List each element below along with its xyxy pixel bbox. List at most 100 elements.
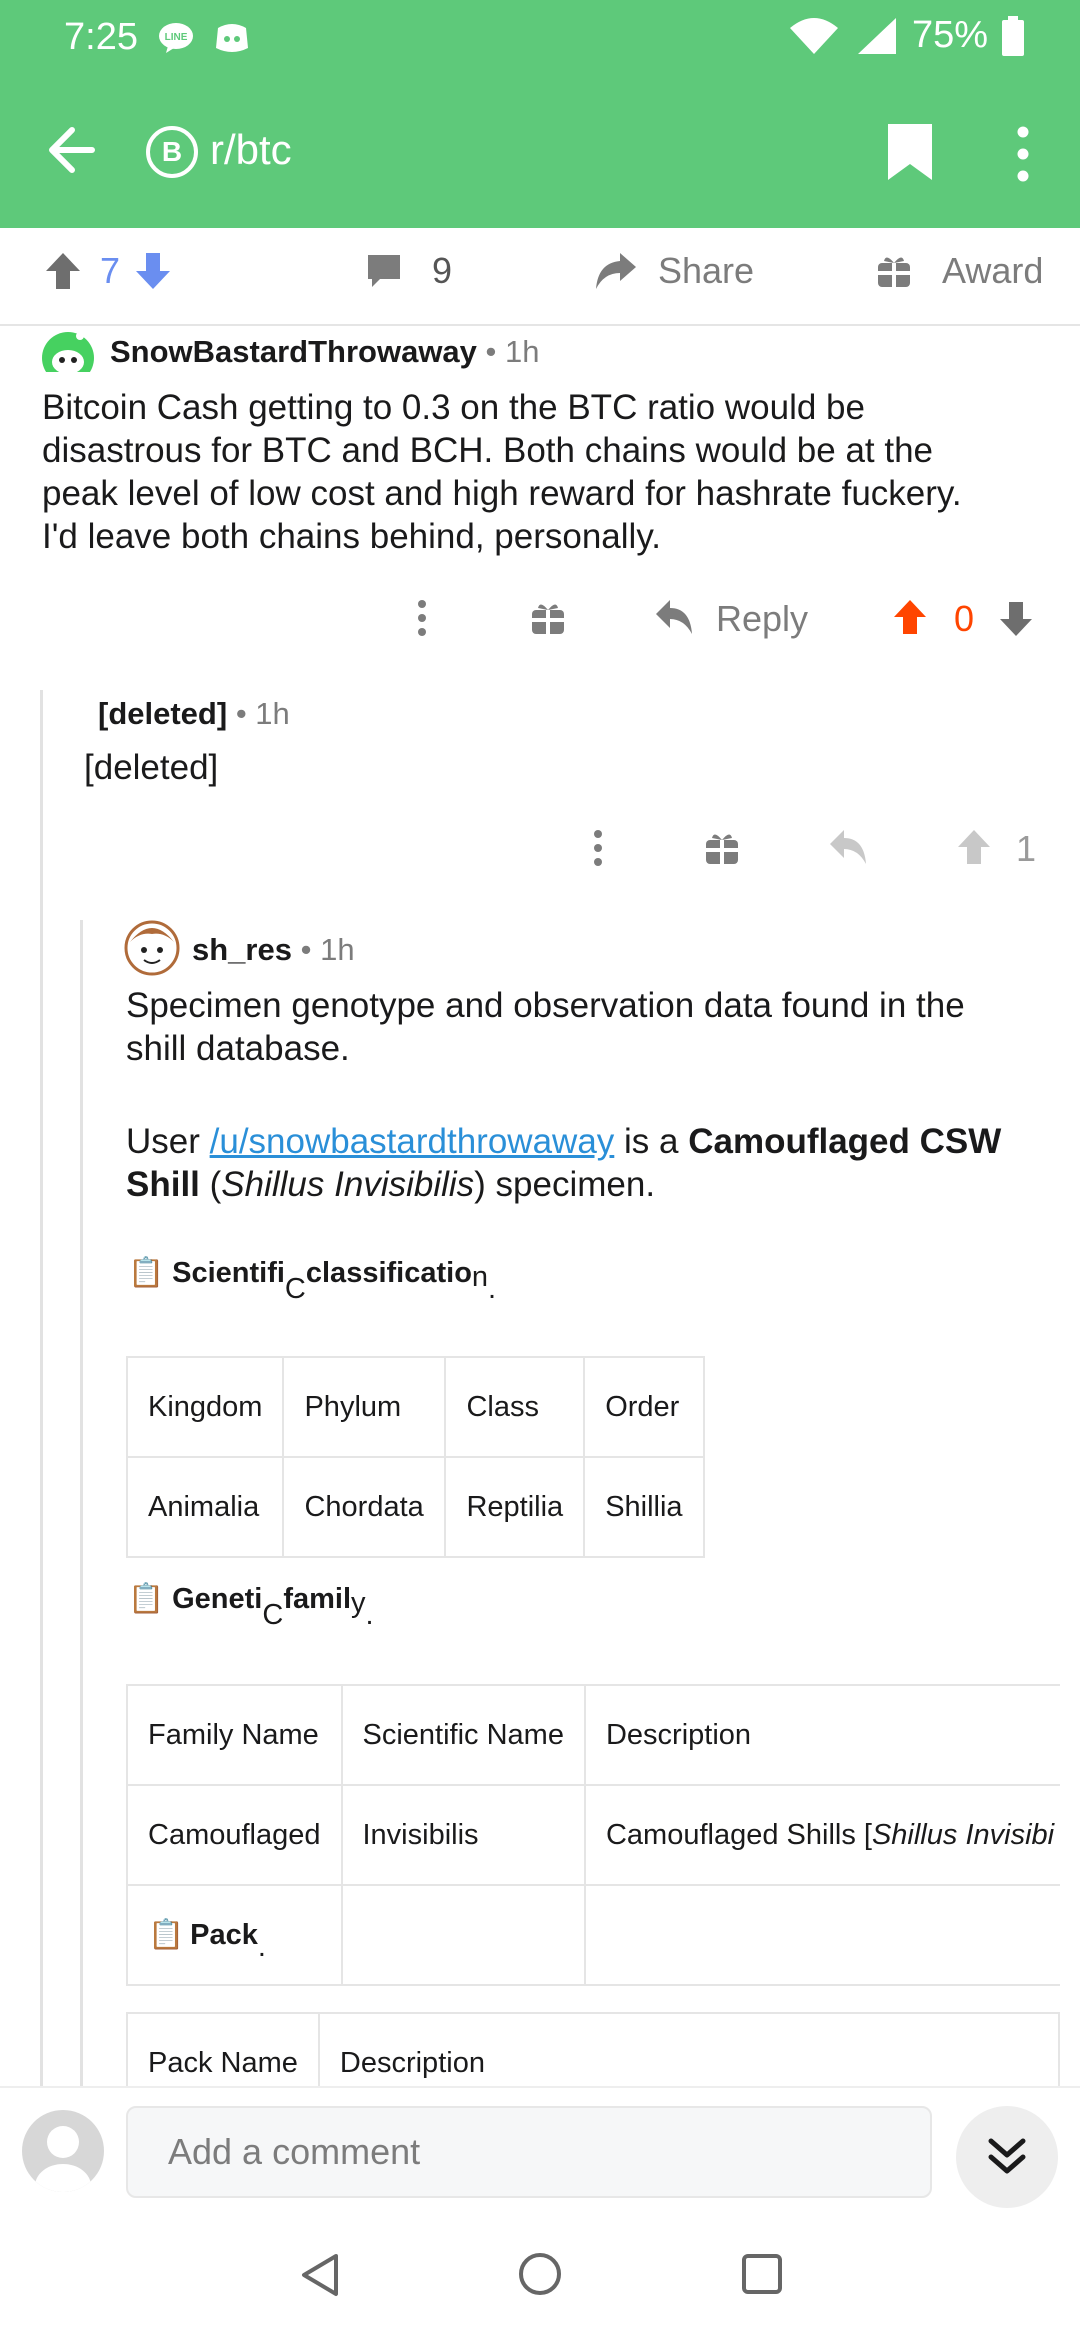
more-options-icon[interactable] xyxy=(412,598,432,638)
reply-icon[interactable] xyxy=(828,828,868,866)
pack-dot: . xyxy=(257,1931,266,1963)
pack-label: Pack xyxy=(190,1919,258,1951)
status-time: 7:25 xyxy=(64,16,138,58)
heading-text: famil xyxy=(283,1583,351,1615)
comment-meta: SnowBastardThrowaway • 1h xyxy=(110,334,540,370)
clipboard-icon: 📋 xyxy=(128,1583,165,1615)
subreddit-title[interactable]: r/btc xyxy=(210,126,292,174)
share-button[interactable]: Share xyxy=(594,250,754,292)
classification-table: Kingdom Phylum Class Order Animalia Chor… xyxy=(125,1356,706,1558)
heading-subscript: C xyxy=(262,1599,284,1631)
heading-subscript: C xyxy=(284,1273,306,1305)
table-header-cell: Class xyxy=(444,1356,586,1458)
system-navigation-bar xyxy=(0,2212,1080,2340)
gift-icon[interactable] xyxy=(530,600,566,636)
post-action-bar: 7 9 Share Award xyxy=(0,228,1080,326)
share-arrow-icon xyxy=(596,253,636,289)
table-row: Animalia Chordata Reptilia Shillia xyxy=(125,1456,706,1558)
heading-text: Scientifi xyxy=(172,1257,285,1289)
comment-author[interactable]: sh_res xyxy=(192,932,292,967)
classification-heading: 📋 Scientifi C classificatio n. xyxy=(128,1256,496,1305)
user-placeholder-icon xyxy=(35,2126,91,2192)
user-prefix: User xyxy=(126,1122,210,1161)
avatar[interactable] xyxy=(22,2110,104,2192)
nav-home-icon[interactable] xyxy=(516,2250,564,2298)
paren-text: ( xyxy=(199,1165,222,1204)
comment-meta: sh_res • 1h xyxy=(192,932,355,968)
comment-age: 1h xyxy=(255,696,290,731)
meta-separator: • xyxy=(300,932,312,967)
wifi-icon xyxy=(789,17,838,54)
heading-dot: . xyxy=(488,1273,497,1305)
shill-type: Shill xyxy=(126,1165,200,1204)
overflow-menu-icon[interactable] xyxy=(1006,124,1040,184)
heading-dot: . xyxy=(365,1599,374,1631)
gift-icon xyxy=(878,257,910,287)
species-name: Shillus Invisibilis xyxy=(221,1165,475,1204)
post-score: 7 xyxy=(100,250,121,291)
table-cell: Invisibilis xyxy=(340,1784,586,1886)
comments-button[interactable]: 9 xyxy=(364,250,452,292)
clipboard-icon: 📋 xyxy=(128,1257,165,1289)
comment-age: 1h xyxy=(505,334,540,369)
heading-subscript: n xyxy=(471,1261,489,1293)
downvote-arrow-icon[interactable] xyxy=(134,251,172,291)
heading-subscript: y xyxy=(351,1587,366,1619)
comment-author[interactable]: SnowBastardThrowaway xyxy=(110,334,477,369)
specimen-statement: User /u/snowbastardthrowaway is a Camouf… xyxy=(126,1120,1066,1206)
gift-icon[interactable] xyxy=(704,830,740,866)
more-options-icon[interactable] xyxy=(588,828,608,868)
table-header-cell: Order xyxy=(583,1356,706,1458)
shill-type: Camouflaged CSW xyxy=(688,1122,1002,1161)
add-comment-input[interactable]: Add a comment xyxy=(126,2106,932,2198)
reply-button[interactable]: Reply xyxy=(716,598,808,640)
user-link[interactable]: /u/snowbastardthrowaway xyxy=(210,1122,615,1161)
double-chevron-down-icon xyxy=(988,2138,1026,2174)
svg-text:LINE: LINE xyxy=(165,32,188,43)
meta-separator: • xyxy=(485,334,497,369)
comment-body-line: shill database. xyxy=(126,1029,350,1068)
table-cell xyxy=(583,1884,1060,1986)
app-header: 7:25 LINE 75% B r/btc xyxy=(0,0,1080,228)
downvote-arrow-icon[interactable] xyxy=(998,600,1034,638)
comment-body-line: Bitcoin Cash getting to 0.3 on the BTC r… xyxy=(42,388,865,427)
table-header-cell: Scientific Name xyxy=(340,1684,586,1786)
upvote-arrow-icon[interactable] xyxy=(956,828,992,866)
comment-body-line: peak level of low cost and high reward f… xyxy=(42,474,962,513)
collapse-threads-button[interactable] xyxy=(956,2106,1058,2208)
battery-icon xyxy=(1002,15,1024,56)
table-row: Family Name Scientific Name Description xyxy=(126,1684,1060,1786)
comment-intro: Specimen genotype and observation data f… xyxy=(126,984,965,1070)
snoo-avatar[interactable] xyxy=(40,328,96,372)
pack-table-scroll[interactable]: Pack Name Description xyxy=(126,2012,1060,2086)
family-table-scroll[interactable]: Family Name Scientific Name Description … xyxy=(126,1684,1060,1986)
user-avatar[interactable] xyxy=(124,920,180,976)
table-header-cell: Description xyxy=(583,1684,1060,1786)
bookmark-icon[interactable] xyxy=(886,122,934,182)
upvote-arrow-icon[interactable] xyxy=(44,251,82,291)
thread-line[interactable] xyxy=(80,920,83,2086)
heading-text: Geneti xyxy=(172,1583,263,1615)
comment-body-line: Specimen genotype and observation data f… xyxy=(126,986,965,1025)
clipboard-icon: 📋 xyxy=(148,1919,185,1951)
upvote-arrow-icon[interactable] xyxy=(892,598,928,636)
nav-back-icon[interactable] xyxy=(298,2252,342,2298)
comment-author[interactable]: [deleted] xyxy=(98,696,227,731)
table-header-cell: Pack Name xyxy=(126,2012,320,2086)
description-species: Shillus Invisibi xyxy=(871,1818,1055,1851)
comment-age: 1h xyxy=(320,932,355,967)
back-arrow-icon[interactable] xyxy=(44,120,104,180)
reply-icon[interactable] xyxy=(654,598,694,636)
table-cell: Reptilia xyxy=(444,1456,586,1558)
discord-app-icon xyxy=(216,24,248,52)
table-row: Pack Name Description xyxy=(126,2012,1060,2086)
table-header-cell: Phylum xyxy=(282,1356,447,1458)
thread-line[interactable] xyxy=(40,690,43,2086)
table-cell: Animalia xyxy=(125,1456,285,1558)
table-row: 📋 Pack. xyxy=(126,1884,1060,1986)
award-button[interactable]: Award xyxy=(876,250,1043,292)
is-a-text: is a xyxy=(614,1122,689,1161)
nav-recents-icon[interactable] xyxy=(740,2252,784,2296)
comment-body-line: I'd leave both chains behind, personally… xyxy=(42,517,661,556)
battery-percent: 75% xyxy=(911,14,988,56)
